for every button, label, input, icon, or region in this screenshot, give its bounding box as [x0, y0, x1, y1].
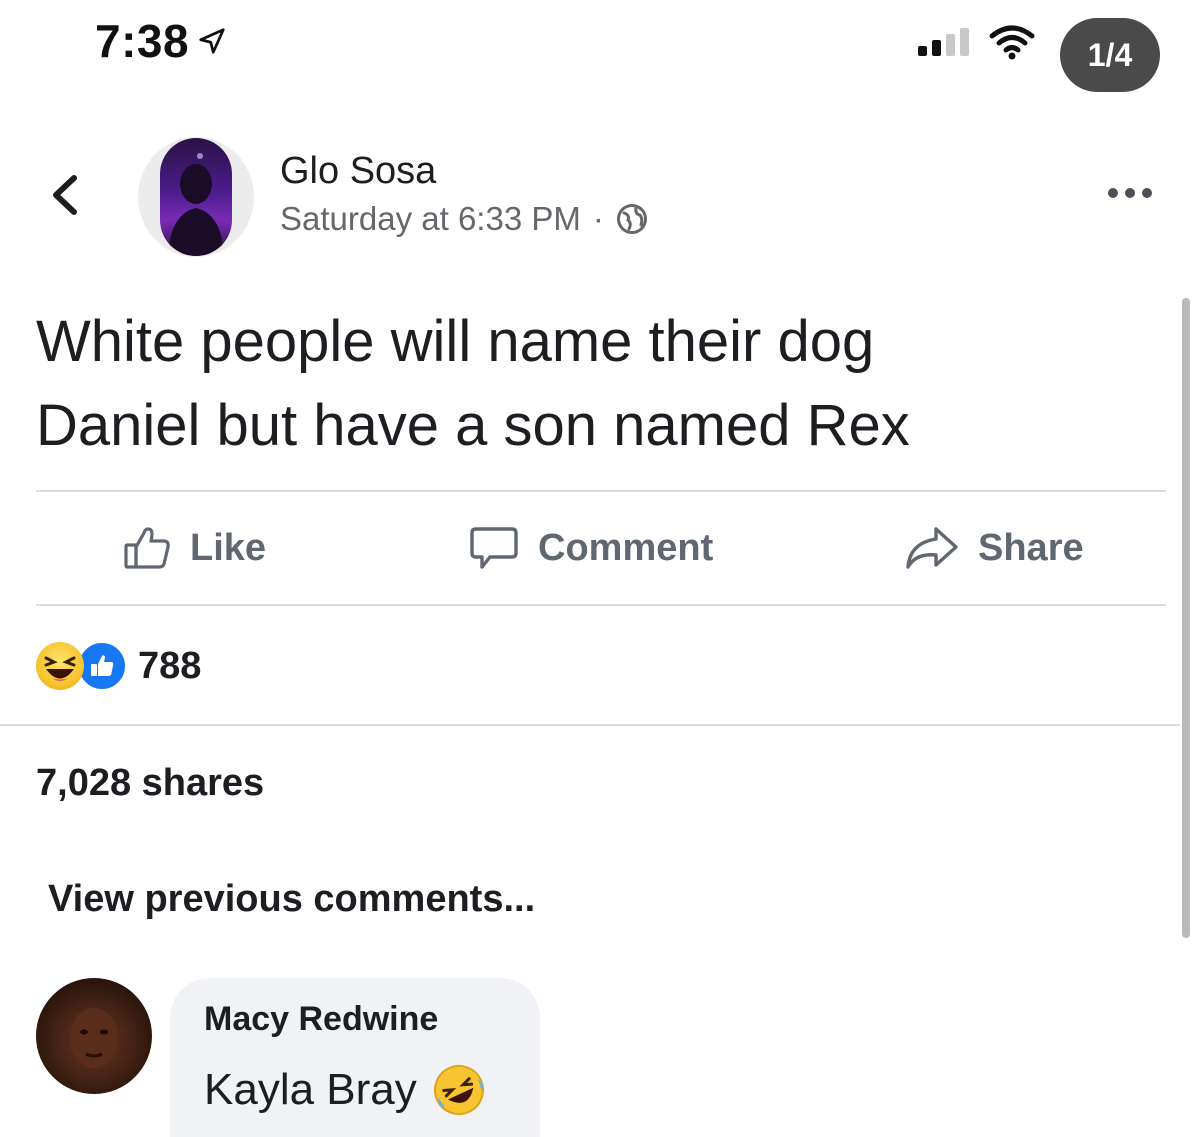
- reaction-count: 788: [138, 644, 202, 687]
- comment-button[interactable]: Comment: [468, 492, 713, 604]
- location-arrow-icon: [199, 28, 225, 54]
- comment-text: Kayla Bray: [204, 1062, 487, 1118]
- thumbs-up-icon: [124, 527, 170, 569]
- comment-text-label: Kayla Bray: [204, 1065, 417, 1114]
- post-body: White people will name their dog Daniel …: [36, 300, 1156, 468]
- page-indicator-badge: 1/4: [1060, 18, 1160, 92]
- comment-author-name[interactable]: Macy Redwine: [204, 1000, 438, 1039]
- post-action-bar: Like Comment Share: [36, 492, 1166, 604]
- like-button[interactable]: Like: [122, 492, 266, 604]
- status-time: 7:38: [95, 14, 227, 68]
- wifi-icon: [989, 25, 1035, 60]
- globe-icon: [616, 204, 647, 234]
- share-button[interactable]: Share: [902, 492, 1084, 604]
- more-options-icon[interactable]: [1108, 188, 1152, 198]
- comment-bubble-icon: [470, 527, 518, 569]
- share-count[interactable]: 7,028 shares: [36, 762, 264, 805]
- status-time-label: 7:38: [95, 15, 190, 67]
- post-text-line: White people will name their dog: [36, 309, 875, 374]
- post-author-name[interactable]: Glo Sosa: [280, 150, 436, 193]
- haha-reaction-icon: [36, 642, 84, 690]
- back-chevron-icon[interactable]: [48, 172, 82, 218]
- divider: [36, 604, 1166, 606]
- post-timestamp[interactable]: Saturday at 6:33 PM: [280, 200, 581, 238]
- like-label: Like: [190, 526, 267, 569]
- cellular-signal-icon: [918, 28, 969, 56]
- post-meta: Saturday at 6:33 PM ·: [280, 200, 648, 238]
- page-indicator-label: 1/4: [1087, 36, 1133, 73]
- post-text-line: Daniel but have a son named Rex: [36, 393, 910, 458]
- divider: [0, 724, 1180, 726]
- meta-separator: ·: [592, 200, 604, 237]
- comment-label: Comment: [538, 526, 714, 569]
- share-label: Share: [978, 526, 1084, 569]
- author-avatar[interactable]: [160, 138, 232, 256]
- share-arrow-icon: [906, 527, 958, 569]
- view-previous-comments-link[interactable]: View previous comments...: [48, 878, 535, 921]
- scrollbar[interactable]: [1182, 298, 1190, 938]
- commenter-avatar[interactable]: [36, 978, 152, 1094]
- reactions-summary[interactable]: 788: [36, 640, 201, 692]
- rolling-laughing-emoji-icon: [433, 1065, 484, 1115]
- commenter-face-icon: [70, 1008, 118, 1068]
- avatar-silhouette-icon: [168, 153, 224, 256]
